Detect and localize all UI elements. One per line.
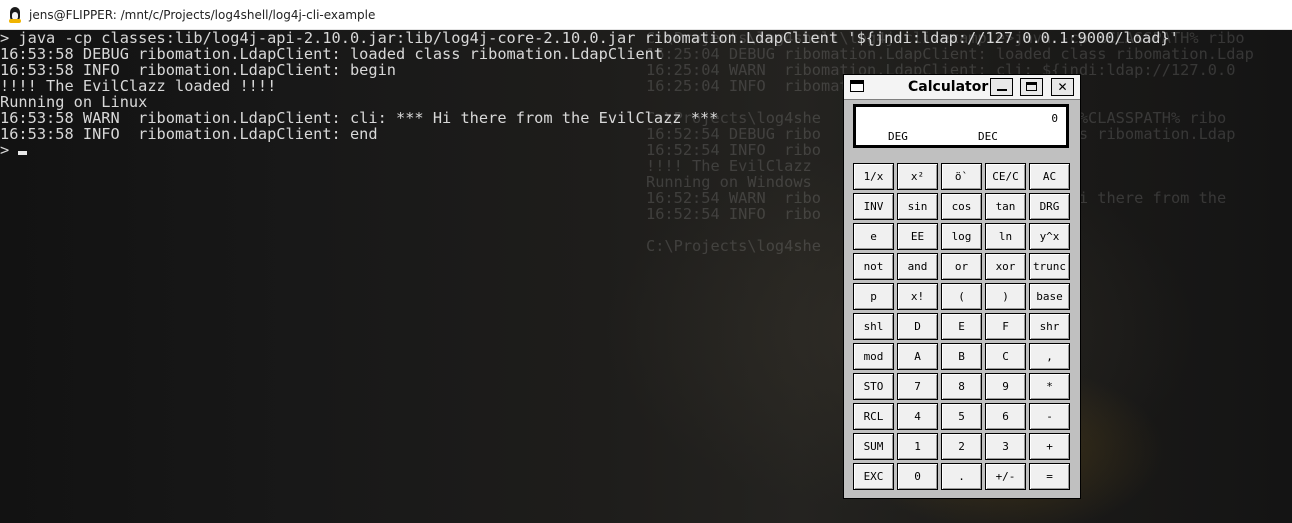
terminal-line: !!!! The EvilClazz loaded !!!! [0,77,277,95]
key-inv[interactable]: INV [853,193,894,220]
key-ee[interactable]: EE [897,223,938,250]
terminal-prompt-line[interactable]: > [0,142,1292,158]
key-square[interactable]: x² [897,163,938,190]
key-all-clear[interactable]: AC [1029,163,1070,190]
key-8[interactable]: 8 [941,373,982,400]
key-or[interactable]: or [941,253,982,280]
key-comma[interactable]: , [1029,343,1070,370]
calculator-window[interactable]: Calculator ✕ 0 DEG DEC 1/x x² ö` CE/C AC INV s… [843,74,1081,499]
key-pi[interactable]: p [853,283,894,310]
calculator-titlebar[interactable]: Calculator ✕ [844,75,1080,100]
key-root[interactable]: ö` [941,163,982,190]
window-titlebar[interactable]: jens@FLIPPER: /mnt/c/Projects/log4shell/… [0,0,1292,30]
calculator-display: 0 DEG DEC [853,104,1069,148]
key-9[interactable]: 9 [985,373,1026,400]
key-cos[interactable]: cos [941,193,982,220]
terminal-line: Running on Linux [0,93,148,111]
terminal-line: 16:53:58 INFO ribomation.LdapClient: end [0,125,378,143]
key-hex-f[interactable]: F [985,313,1026,340]
key-open-paren[interactable]: ( [941,283,982,310]
terminal-line: 16:53:58 WARN ribomation.LdapClient: cli… [0,109,719,127]
key-hex-b[interactable]: B [941,343,982,370]
key-subtract[interactable]: - [1029,403,1070,430]
key-multiply[interactable]: * [1029,373,1070,400]
key-1[interactable]: 1 [897,433,938,460]
terminal-line: 16:53:58 INFO ribomation.LdapClient: beg… [0,61,397,79]
terminal-line: 16:53:58 DEBUG ribomation.LdapClient: lo… [0,45,664,63]
close-button[interactable]: ✕ [1051,78,1074,96]
key-negate[interactable]: +/- [985,463,1026,490]
key-base[interactable]: base [1029,283,1070,310]
key-2[interactable]: 2 [941,433,982,460]
key-4[interactable]: 4 [897,403,938,430]
linux-penguin-icon [8,6,22,23]
key-trunc[interactable]: trunc [1029,253,1070,280]
key-decimal[interactable]: . [941,463,982,490]
key-reciprocal[interactable]: 1/x [853,163,894,190]
key-sum[interactable]: SUM [853,433,894,460]
key-log[interactable]: log [941,223,982,250]
terminal-prompt: > [0,141,10,159]
key-hex-d[interactable]: D [897,313,938,340]
text-cursor [18,151,28,155]
terminal-area[interactable]: C:\Projects\log4shell\log4j-cli-example>… [0,30,1292,523]
key-tan[interactable]: tan [985,193,1026,220]
key-drg[interactable]: DRG [1029,193,1070,220]
key-factorial[interactable]: x! [897,283,938,310]
key-0[interactable]: 0 [897,463,938,490]
key-not[interactable]: not [853,253,894,280]
key-7[interactable]: 7 [897,373,938,400]
key-clear-entry[interactable]: CE/C [985,163,1026,190]
terminal-line: > java -cp classes:lib/log4j-api-2.10.0.… [0,29,1179,47]
angle-mode-indicator: DEG [888,130,908,143]
key-e[interactable]: e [853,223,894,250]
key-shr[interactable]: shr [1029,313,1070,340]
key-ln[interactable]: ln [985,223,1026,250]
key-hex-e[interactable]: E [941,313,982,340]
window-menu-icon[interactable] [850,80,864,92]
key-xor[interactable]: xor [985,253,1026,280]
key-add[interactable]: + [1029,433,1070,460]
key-3[interactable]: 3 [985,433,1026,460]
key-mod[interactable]: mod [853,343,894,370]
calculator-keypad: 1/x x² ö` CE/C AC INV sin cos tan DRG e EE log ln y^x n… [853,163,1070,490]
key-exchange[interactable]: EXC [853,463,894,490]
window-title: jens@FLIPPER: /mnt/c/Projects/log4shell/… [29,7,376,22]
key-close-paren[interactable]: ) [985,283,1026,310]
key-store[interactable]: STO [853,373,894,400]
display-value: 0 [1051,112,1058,125]
key-power[interactable]: y^x [1029,223,1070,250]
terminal-output[interactable]: > java -cp classes:lib/log4j-api-2.10.0.… [0,30,1292,158]
key-6[interactable]: 6 [985,403,1026,430]
key-hex-c[interactable]: C [985,343,1026,370]
key-5[interactable]: 5 [941,403,982,430]
number-base-indicator: DEC [978,130,998,143]
key-and[interactable]: and [897,253,938,280]
key-equals[interactable]: = [1029,463,1070,490]
key-hex-a[interactable]: A [897,343,938,370]
calculator-title: Calculator [908,79,989,95]
key-recall[interactable]: RCL [853,403,894,430]
key-sin[interactable]: sin [897,193,938,220]
minimize-button[interactable] [990,78,1013,96]
maximize-button[interactable] [1020,78,1043,96]
key-shl[interactable]: shl [853,313,894,340]
